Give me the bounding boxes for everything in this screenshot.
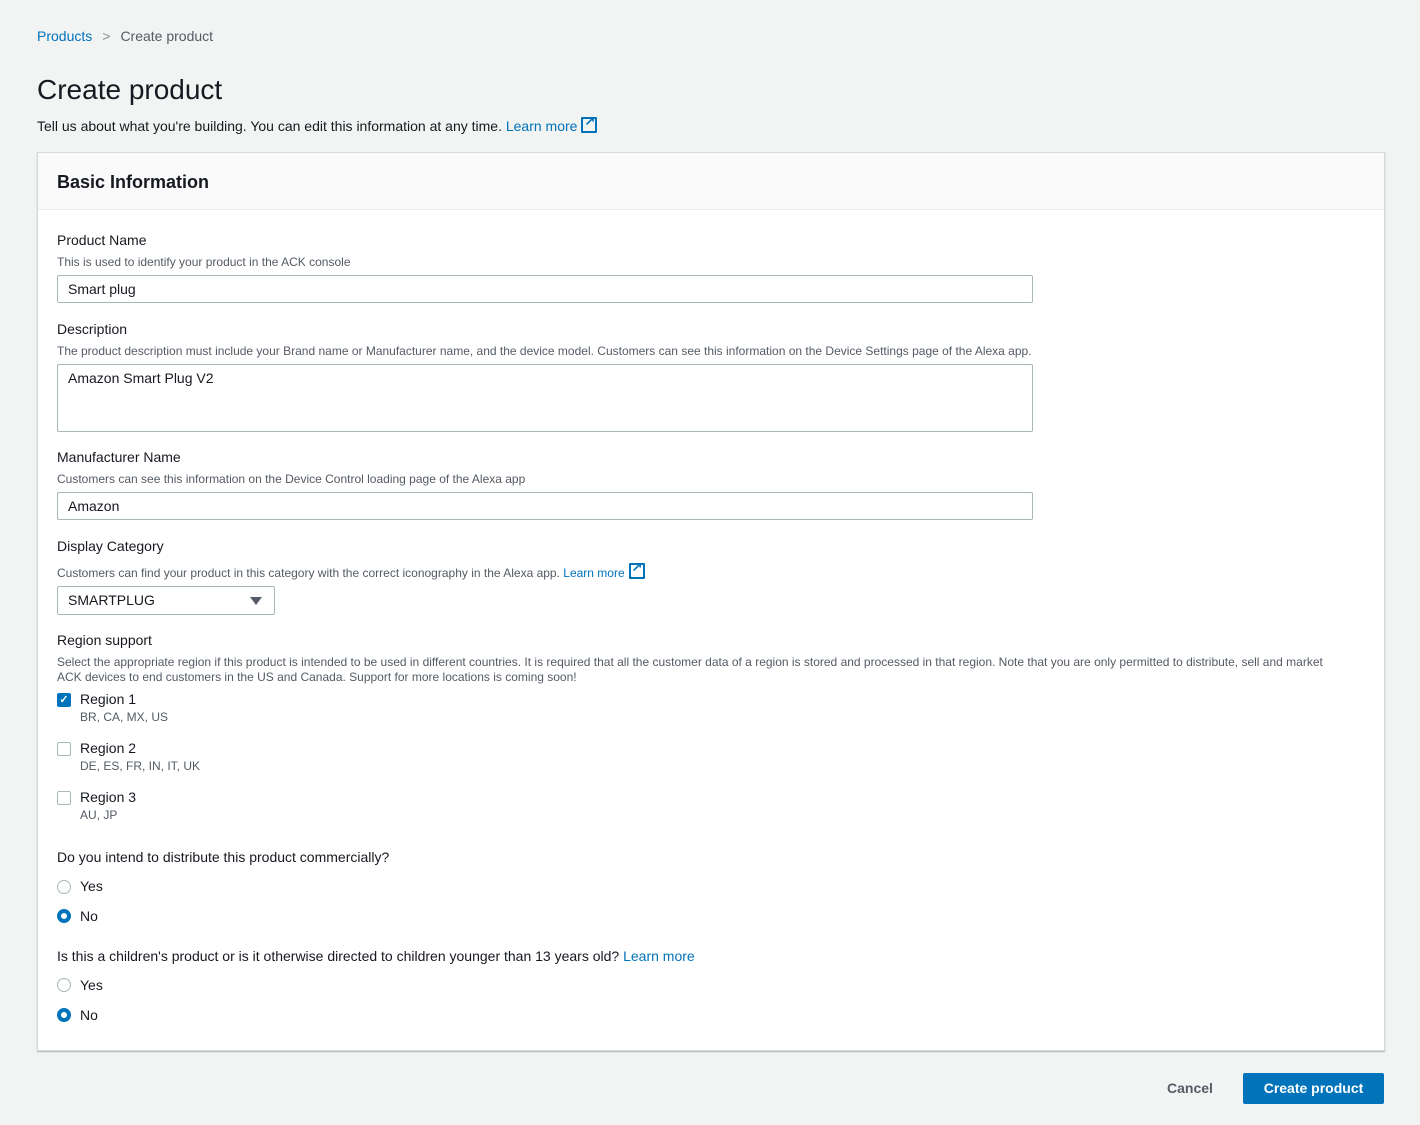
region-1-checkbox[interactable]: ✓ [57,693,71,707]
region-label: Region support [57,632,152,648]
external-link-icon [581,113,598,133]
manufacturer-desc: Customers can see this information on th… [57,472,526,486]
children-question-text: Is this a children's product or is it ot… [57,948,620,964]
children-no-radio[interactable] [57,1008,71,1022]
region-2-checkbox[interactable] [57,742,71,756]
page-subtitle: Tell us about what you're building. You … [37,113,598,134]
category-learn-more-link[interactable]: Learn more [563,559,645,580]
category-desc: Customers can find your product in this … [57,559,645,580]
subtitle-text: Tell us about what you're building. You … [37,118,502,134]
region-1-countries: BR, CA, MX, US [80,710,169,724]
learn-more-label: Learn more [563,566,625,580]
children-no-label: No [80,1007,98,1023]
commercial-no-radio[interactable] [57,909,71,923]
children-yes-label: Yes [80,977,103,993]
description-label: Description [57,321,128,337]
chevron-right-icon: > [102,28,111,44]
region-2-label: Region 2 [80,740,137,756]
learn-more-link[interactable]: Learn more [505,113,598,134]
breadcrumb: Products > Create product [37,28,213,44]
children-learn-more-link[interactable]: Learn more [623,948,695,964]
product-name-label: Product Name [57,232,147,248]
category-desc-text: Customers can find your product in this … [57,566,560,580]
commercial-question: Do you intend to distribute this product… [57,849,390,865]
product-name-input[interactable]: Smart plug [57,275,1033,303]
external-link-icon [628,559,645,579]
learn-more-label: Learn more [505,118,578,134]
page-title: Create product [37,74,223,105]
region-desc-1: Select the appropriate region if this pr… [57,655,1323,669]
manufacturer-label: Manufacturer Name [57,449,181,465]
breadcrumb-current: Create product [120,28,214,44]
caret-down-icon [250,597,262,605]
display-category-select[interactable]: SMARTPLUG [57,586,275,615]
cancel-button[interactable]: Cancel [1167,1080,1213,1096]
region-3-label: Region 3 [80,789,137,805]
create-product-button[interactable]: Create product [1243,1073,1384,1104]
commercial-no-label: No [80,908,98,924]
product-name-desc: This is used to identify your product in… [57,255,351,269]
commercial-yes-radio[interactable] [57,880,71,894]
description-desc: The product description must include you… [57,344,1032,358]
region-1-label: Region 1 [80,691,137,707]
region-3-countries: AU, JP [80,808,118,822]
panel-title: Basic Information [38,153,1384,210]
breadcrumb-products-link[interactable]: Products [37,28,92,44]
basic-information-panel: Basic Information Product Name This is u… [37,152,1385,1051]
category-label: Display Category [57,538,164,554]
children-question: Is this a children's product or is it ot… [57,948,695,964]
children-yes-radio[interactable] [57,978,71,992]
region-3-checkbox[interactable] [57,791,71,805]
region-desc-2: ACK devices to end customers in the US a… [57,670,577,684]
description-textarea[interactable]: Amazon Smart Plug V2 [57,364,1033,432]
commercial-yes-label: Yes [80,878,103,894]
manufacturer-input[interactable]: Amazon [57,492,1033,520]
region-2-countries: DE, ES, FR, IN, IT, UK [80,759,201,773]
select-value: SMARTPLUG [68,592,155,608]
